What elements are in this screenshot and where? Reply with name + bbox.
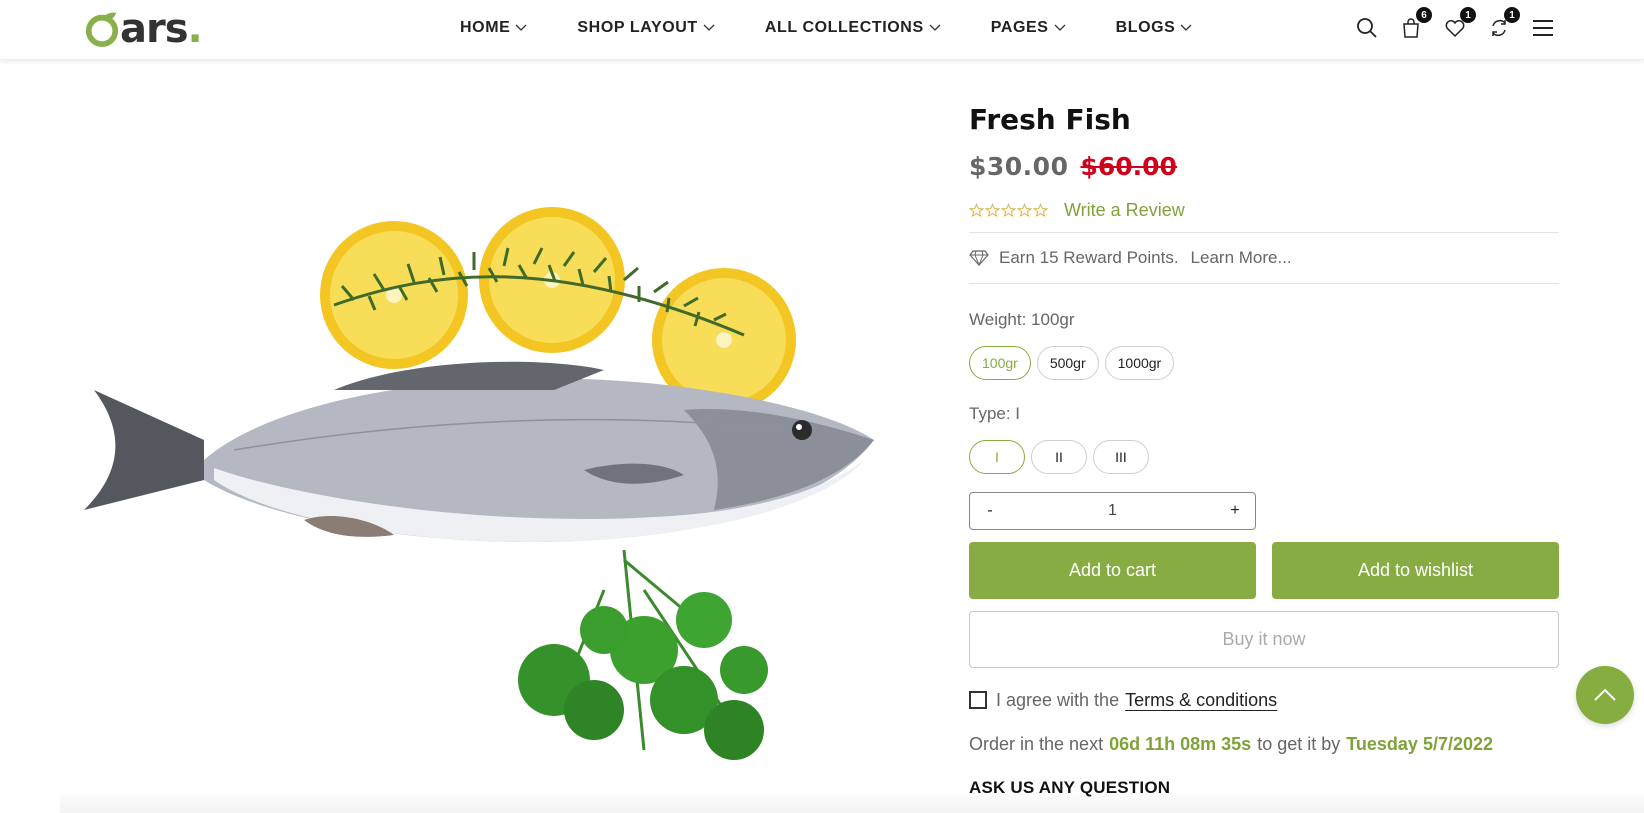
reward-text: Earn 15 Reward Points. [999, 248, 1179, 267]
parsley [518, 549, 768, 760]
write-review-link[interactable]: Write a Review [1064, 200, 1185, 221]
compare-count-badge: 1 [1504, 7, 1520, 23]
logo-leaf-icon [85, 12, 119, 47]
star-icon [969, 202, 984, 217]
qty-increase-button[interactable]: + [1227, 502, 1243, 520]
weight-options: 100gr 500gr 1000gr [969, 346, 1559, 380]
divider [969, 283, 1559, 284]
order-mid: to get it by [1257, 733, 1341, 754]
learn-more-link[interactable]: Learn More... [1191, 248, 1292, 268]
review-row: Write a Review [969, 188, 1559, 232]
star-icon [985, 202, 1000, 217]
type-option-iii[interactable]: III [1093, 440, 1149, 474]
chevron-down-icon [703, 24, 715, 31]
countdown-timer: 06d 11h 08m 35s [1109, 733, 1252, 754]
chevron-down-icon [1180, 24, 1192, 31]
price-row: $30.00 $60.00 [969, 144, 1559, 188]
nav-home[interactable]: HOME [460, 19, 527, 37]
nav-shop-layout[interactable]: SHOP LAYOUT [577, 19, 715, 37]
scroll-to-top-button[interactable] [1576, 666, 1634, 724]
old-price: $60.00 [1080, 151, 1177, 181]
chevron-down-icon [1054, 24, 1066, 31]
delivery-countdown: Order in the next 06d 11h 08m 35s to get… [969, 730, 1559, 758]
terms-checkbox[interactable] [969, 691, 987, 709]
weight-label: Weight: 100gr [969, 310, 1075, 329]
search-icon[interactable] [1354, 15, 1380, 41]
quantity-input[interactable]: 1 [1108, 502, 1117, 520]
nav-all-collections[interactable]: ALL COLLECTIONS [765, 19, 941, 37]
weight-option-100gr[interactable]: 100gr [969, 346, 1031, 380]
type-option-i[interactable]: I [969, 440, 1025, 474]
diamond-icon [969, 250, 989, 267]
add-to-wishlist-button[interactable]: Add to wishlist [1272, 542, 1559, 599]
weight-option-1000gr[interactable]: 1000gr [1104, 346, 1175, 380]
quantity-stepper: - 1 + [969, 492, 1256, 530]
type-label: Type: I [969, 404, 1021, 423]
wishlist-button[interactable]: 1 [1442, 7, 1476, 41]
chevron-down-icon [929, 24, 941, 31]
terms-link[interactable]: Terms & conditions [1125, 690, 1277, 711]
main-nav: HOME SHOP LAYOUT ALL COLLECTIONS PAGES B… [460, 0, 1242, 56]
compare-button[interactable]: 1 [1486, 7, 1520, 41]
current-price: $30.00 [969, 151, 1069, 181]
logo-text: ars. [120, 6, 203, 52]
chevron-up-icon [1594, 688, 1616, 701]
logo[interactable]: ars. [84, 6, 203, 52]
star-icon [1017, 202, 1032, 217]
star-rating [969, 202, 1049, 218]
reward-row: Earn 15 Reward Points. Learn More... [969, 233, 1559, 283]
star-icon [1001, 202, 1016, 217]
nav-pages[interactable]: PAGES [991, 19, 1066, 37]
product-info: Fresh Fish $30.00 $60.00 Write a Review … [969, 96, 1559, 798]
star-icon [1033, 202, 1048, 217]
terms-agreement: I agree with the Terms & conditions [969, 686, 1559, 714]
chevron-down-icon [515, 24, 527, 31]
agree-text: I agree with the [996, 689, 1120, 710]
header-icons: 6 1 1 [1336, 7, 1556, 46]
product-image[interactable] [84, 90, 944, 790]
ask-question-heading[interactable]: ASK US ANY QUESTION [969, 778, 1559, 798]
action-buttons: Add to cart Add to wishlist [969, 542, 1559, 599]
add-to-cart-button[interactable]: Add to cart [969, 542, 1256, 599]
cart-count-badge: 6 [1416, 7, 1432, 23]
nav-blogs[interactable]: BLOGS [1116, 19, 1193, 37]
type-option-ii[interactable]: II [1031, 440, 1087, 474]
qty-decrease-button[interactable]: - [982, 502, 998, 520]
order-prefix: Order in the next [969, 733, 1104, 754]
hamburger-icon[interactable] [1530, 15, 1556, 41]
cart-button[interactable]: 6 [1398, 7, 1432, 41]
buy-now-button[interactable]: Buy it now [969, 611, 1559, 668]
wishlist-count-badge: 1 [1460, 7, 1476, 23]
site-header: ars. HOME SHOP LAYOUT ALL COLLECTIONS PA… [0, 0, 1644, 60]
delivery-date: Tuesday 5/7/2022 [1346, 733, 1494, 754]
product-title: Fresh Fish [969, 103, 1131, 136]
weight-option-500gr[interactable]: 500gr [1036, 346, 1099, 380]
lemon-slice [320, 221, 468, 369]
type-options: I II III [969, 440, 1559, 474]
